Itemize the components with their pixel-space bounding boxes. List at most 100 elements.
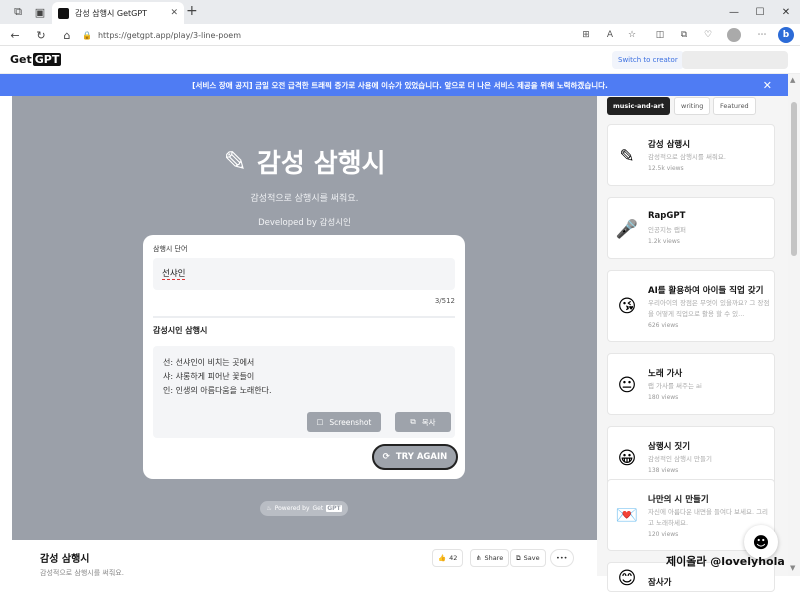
bing-copilot-icon[interactable]: b	[778, 27, 794, 43]
like-button[interactable]: 👍 42	[432, 549, 464, 567]
pen-icon: ✎	[223, 145, 247, 178]
item-desc: 인공지능 랩퍼	[648, 226, 686, 234]
app-info-bar: 감성 삼행시 감성적으로 삼행시를 써줘요. 👍 42 ⋔ Share ⧉ Sa…	[12, 540, 597, 577]
sidebar-item-rapgpt[interactable]: 🎤 RapGPT 인공지능 랩퍼 1.2k views	[607, 197, 775, 259]
switch-to-creator-button[interactable]: Switch to creator	[612, 51, 684, 69]
split-screen-icon[interactable]: ◫	[652, 27, 668, 43]
item-views: 120 views	[648, 531, 679, 538]
page-subtitle: 감성적으로 삼행시를 써줘요.	[250, 194, 359, 204]
item-name: 노래 가사	[648, 369, 683, 379]
bookmark-icon: ⧉	[516, 553, 521, 562]
back-icon[interactable]: ←	[6, 26, 24, 44]
char-counter: 3/512	[434, 297, 455, 305]
face-icon: 😊	[617, 567, 637, 589]
item-views: 138 views	[648, 467, 679, 474]
item-name: 삼행시 짓기	[648, 442, 691, 452]
app-grid-icon[interactable]: ⊞	[578, 27, 594, 43]
like-count: 42	[449, 554, 458, 562]
item-desc: 감성적으로 삼행시를 써줘요.	[648, 153, 726, 161]
word-input-value: 선샤인	[162, 269, 186, 280]
category-tab-featured[interactable]: Featured	[713, 97, 756, 115]
profile-avatar[interactable]	[727, 28, 741, 42]
collections-icon[interactable]: ⧉	[676, 27, 692, 43]
close-icon[interactable]: ✕	[763, 79, 772, 92]
poem-form-card: 삼행시 단어 선샤인 3/512 감성시인 삼행시 선: 선샤인이 비치는 곳에…	[143, 235, 465, 479]
logo-badge: GPT	[32, 53, 62, 66]
item-views: 180 views	[648, 394, 679, 401]
page-scrollbar[interactable]: ▲ ▼	[788, 74, 800, 576]
watermark: 제이올라 @lovelyhola	[666, 555, 785, 568]
sidebar-item-kids-career[interactable]: 😘 AI를 활용하여 아이들 직업 갖기 우리아이의 장점은 무엇이 있을까요?…	[607, 270, 775, 342]
scrollbar-thumb[interactable]	[791, 102, 797, 256]
item-desc: 자신에 아름다운 내면을 들여다 보세요. 그리고 노래하세요.	[648, 508, 769, 527]
screenshot-icon: ☐	[316, 417, 324, 427]
read-aloud-icon[interactable]: A	[602, 27, 618, 43]
new-tab-icon[interactable]: +	[186, 3, 198, 19]
favorite-star-icon[interactable]: ☆	[624, 27, 640, 43]
scroll-down-icon[interactable]: ▼	[790, 564, 795, 572]
save-button[interactable]: ⧉ Save	[510, 549, 546, 567]
word-input[interactable]: 선샤인	[153, 258, 455, 290]
item-views: 12.5k views	[648, 165, 684, 172]
copy-icon: ⧉	[410, 417, 416, 426]
maximize-icon[interactable]: ☐	[748, 0, 772, 24]
more-icon: •••	[556, 554, 568, 562]
copy-label: 복사	[421, 417, 436, 427]
microphone-icon: 🎤	[615, 218, 639, 240]
item-desc: 우리아이의 장점은 무엇이 있을까요? 그 장점을 어떻게 직업으로 활용 할 …	[648, 299, 770, 318]
face-kiss-icon: 😘	[617, 295, 637, 317]
sidebar-item-3-line-poem[interactable]: ✎ 감성 삼행시 감성적으로 삼행시를 써줘요. 12.5k views	[607, 124, 775, 186]
item-name: 나만의 시 만들기	[648, 495, 709, 505]
share-icon: ⋔	[476, 554, 482, 562]
poem-line: 선: 선샤인이 비치는 곳에서	[163, 358, 255, 367]
item-name: RapGPT	[648, 211, 686, 221]
site-header: Get GPT Switch to creator	[0, 46, 800, 74]
account-menu[interactable]	[682, 51, 788, 69]
minimize-icon[interactable]: —	[722, 0, 746, 24]
home-icon[interactable]: ⌂	[58, 26, 76, 44]
powered-prefix: Powered by	[274, 505, 310, 512]
more-menu-icon[interactable]: ⋯	[754, 27, 770, 43]
address-bar: ← ↻ ⌂ 🔒 https://getgpt.app/play/3-line-p…	[0, 24, 800, 46]
scroll-up-icon[interactable]: ▲	[790, 76, 795, 84]
category-tab-music-and-art[interactable]: music-and-art	[607, 97, 671, 115]
app-subtitle: 감성적으로 삼행시를 써줘요.	[40, 569, 124, 577]
tab-close-icon[interactable]: ✕	[170, 8, 178, 18]
pen-icon: ✎	[619, 145, 635, 167]
tab-actions-icon[interactable]: ▣	[28, 0, 52, 24]
love-letter-icon: 💌	[615, 504, 639, 526]
divider	[153, 316, 455, 318]
sidebar: music-and-art writing Featured ✎ 감성 삼행시 …	[597, 96, 788, 592]
window-close-icon[interactable]: ✕	[774, 0, 798, 24]
thumbs-up-icon: 👍	[438, 554, 447, 562]
try-again-button[interactable]: ⟳ TRY AGAIN	[372, 444, 458, 470]
share-label: Share	[484, 554, 504, 562]
powered-brand: Get	[312, 505, 324, 512]
sidebar-item-song-lyrics[interactable]: 😐 노래 가사 랩 가사를 써주는 ai 180 views	[607, 353, 775, 415]
face-neutral-icon: 😐	[617, 374, 637, 396]
getgpt-logo[interactable]: Get GPT	[10, 53, 62, 66]
more-options-button[interactable]: •••	[550, 549, 574, 567]
lock-icon: 🔒	[82, 30, 92, 40]
save-label: Save	[523, 554, 540, 562]
url-text: https://getgpt.app/play/3-line-poem	[97, 30, 241, 40]
category-tab-writing[interactable]: writing	[674, 97, 711, 115]
flame-icon: ♨	[266, 505, 272, 512]
powered-by-badge[interactable]: ♨ Powered by Get GPT	[260, 501, 348, 516]
page-title-text: 감성 삼행시	[256, 149, 386, 179]
share-button[interactable]: ⋔ Share	[470, 549, 510, 567]
url-field[interactable]: 🔒 https://getgpt.app/play/3-line-poem	[82, 26, 542, 44]
extensions-icon[interactable]: ♡	[700, 27, 716, 43]
screenshot-button[interactable]: ☐ Screenshot	[307, 412, 381, 432]
app-title: 감성 삼행시	[40, 554, 90, 565]
retry-icon: ⟳	[382, 452, 390, 462]
item-desc: 감성적인 삼행시 만들기	[648, 455, 712, 463]
refresh-icon[interactable]: ↻	[32, 26, 50, 44]
notice-text: [서비스 장애 공지] 금일 오전 급격한 트래픽 증가로 사용에 이슈가 있었…	[192, 80, 608, 90]
copy-button[interactable]: ⧉ 복사	[395, 412, 451, 432]
logo-text: Get	[10, 53, 32, 66]
page-title: ✎ 감성 삼행시	[12, 143, 597, 180]
item-name: 감성 삼행시	[648, 140, 691, 150]
workspaces-icon[interactable]: ⧉	[6, 0, 30, 24]
browser-tab[interactable]: 감성 삼행시 GetGPT ✕	[52, 2, 184, 24]
